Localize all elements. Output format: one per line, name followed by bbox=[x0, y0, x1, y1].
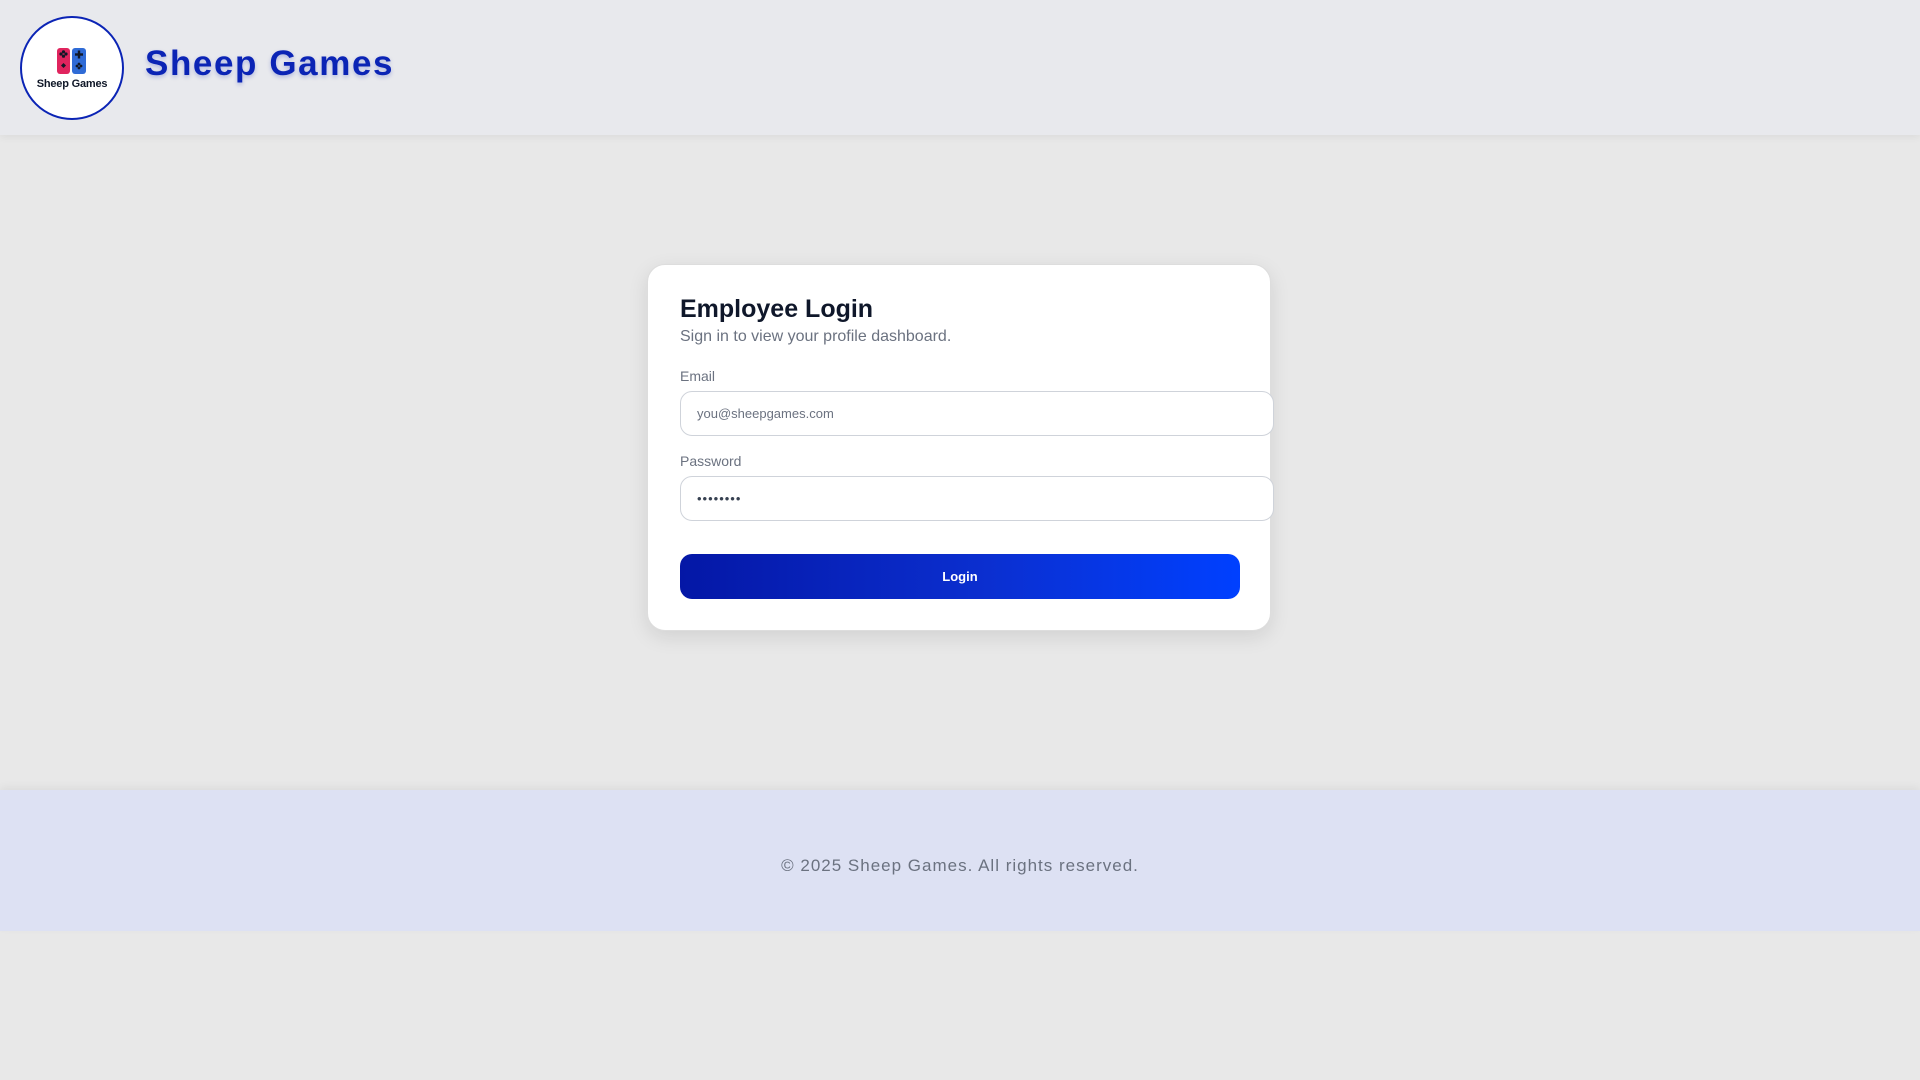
game-controller-icon bbox=[57, 47, 86, 74]
password-field[interactable] bbox=[680, 476, 1274, 521]
password-label: Password bbox=[680, 453, 742, 469]
login-card: Employee Login Sign in to view your prof… bbox=[647, 264, 1274, 631]
login-title: Employee Login bbox=[680, 295, 874, 323]
copyright-text: © 2025 Sheep Games. All rights reserved. bbox=[781, 856, 1139, 875]
logo-text: Sheep Games bbox=[36, 77, 108, 90]
login-button[interactable]: Login bbox=[680, 554, 1240, 599]
site-header: Sheep Games Sheep Games bbox=[0, 0, 1920, 135]
email-label: Email bbox=[680, 368, 716, 384]
site-footer: © 2025 Sheep Games. All rights reserved. bbox=[0, 790, 1920, 931]
brand-title[interactable]: Sheep Games bbox=[145, 44, 394, 84]
email-field[interactable] bbox=[680, 391, 1274, 436]
login-subtitle: Sign in to view your profile dashboard. bbox=[680, 328, 952, 345]
logo[interactable]: Sheep Games bbox=[20, 16, 124, 120]
